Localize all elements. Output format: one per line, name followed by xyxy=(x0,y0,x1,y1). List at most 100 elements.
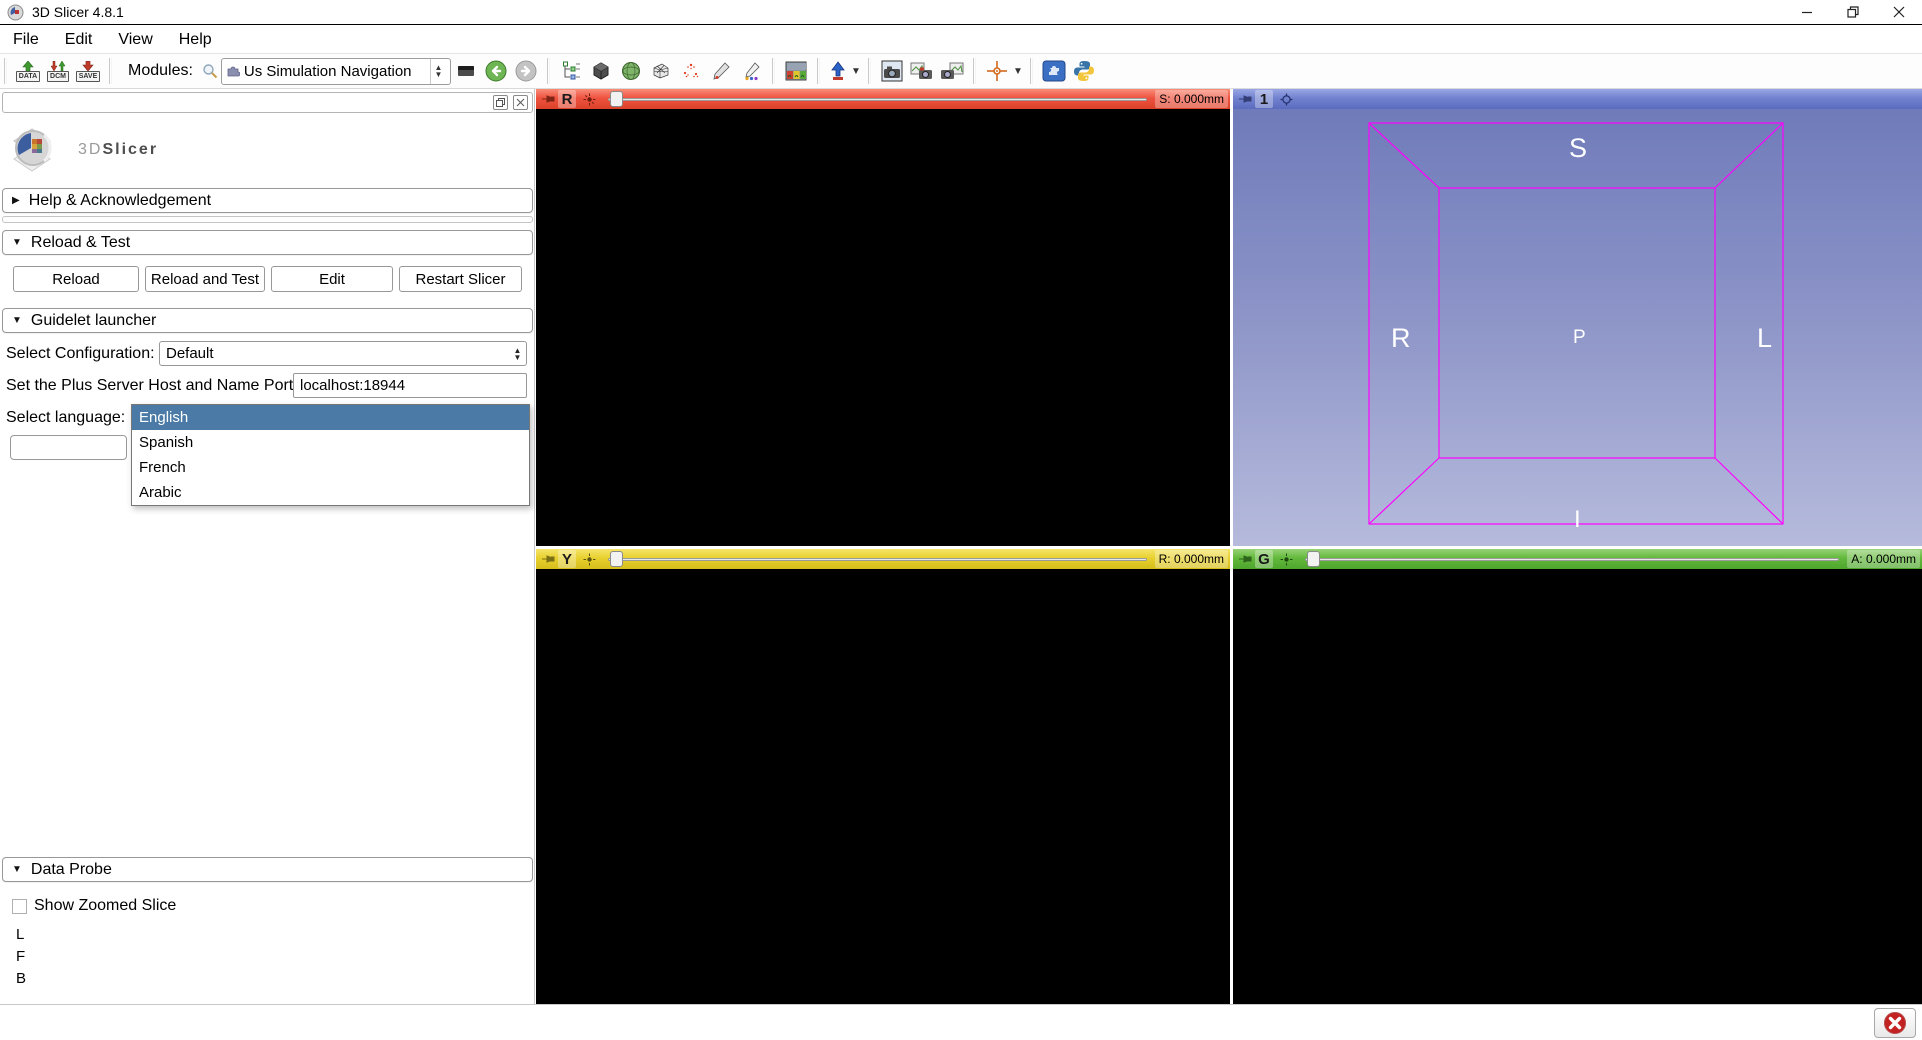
mouse-interaction-button[interactable] xyxy=(826,56,850,86)
green-slice-offset-slider[interactable] xyxy=(1305,549,1839,569)
slice-visibility-icon[interactable] xyxy=(1280,553,1293,566)
toolbar-separator xyxy=(973,58,976,84)
module-forward-button[interactable] xyxy=(511,56,541,86)
red-slice-offset-slider[interactable] xyxy=(608,89,1147,109)
error-log-button[interactable] xyxy=(1874,1008,1916,1038)
menu-file[interactable]: File xyxy=(0,27,52,53)
select-language-label: Select language: xyxy=(6,409,125,427)
minimize-button[interactable] xyxy=(1784,0,1830,24)
edit-button[interactable]: Edit xyxy=(271,266,393,292)
pin-icon[interactable] xyxy=(541,92,555,106)
module-back-button[interactable] xyxy=(481,56,511,86)
scene-view-restore-button[interactable] xyxy=(937,56,967,86)
green-slice-viewport[interactable] xyxy=(1233,569,1922,1004)
toolbar-separator xyxy=(868,58,871,84)
threed-view-label[interactable]: 1 xyxy=(1255,90,1273,108)
reload-test-section[interactable]: ▼ Reload & Test xyxy=(2,230,533,255)
restart-slicer-button[interactable]: Restart Slicer xyxy=(399,266,522,292)
slider-handle[interactable] xyxy=(610,91,623,107)
markups-module-button[interactable] xyxy=(706,56,736,86)
language-option-arabic[interactable]: Arabic xyxy=(132,480,529,505)
red-slice-letter[interactable]: R xyxy=(558,90,576,108)
dicom-label: DCM xyxy=(47,71,69,82)
dicom-button[interactable]: DCM xyxy=(43,56,73,86)
language-option-english[interactable]: English xyxy=(132,405,529,430)
module-selector-combobox[interactable]: Us Simulation Navigation ▲▼ xyxy=(221,58,451,85)
red-slice-offset-value: S: 0.000mm xyxy=(1155,90,1228,108)
language-option-spanish[interactable]: Spanish xyxy=(132,430,529,455)
axis-label-left: L xyxy=(1757,323,1772,353)
yellow-slice-letter[interactable]: Y xyxy=(558,550,576,568)
help-acknowledgement-section[interactable]: ▶ Help & Acknowledgement xyxy=(2,188,533,213)
reload-button[interactable]: Reload xyxy=(13,266,139,292)
mouse-interaction-dropdown[interactable]: ▼ xyxy=(850,66,862,77)
volume-rendering-button[interactable] xyxy=(616,56,646,86)
module-combo-spinner[interactable]: ▲▼ xyxy=(430,59,446,84)
toolbar-separator xyxy=(817,58,820,84)
save-button[interactable]: SAVE xyxy=(73,56,103,86)
editor-module-button[interactable] xyxy=(736,56,766,86)
plus-server-input[interactable]: localhost:18944 xyxy=(293,373,527,398)
reload-and-test-button[interactable]: Reload and Test xyxy=(145,266,265,292)
collapse-arrow-icon: ▼ xyxy=(12,237,22,248)
subject-hierarchy-button[interactable] xyxy=(556,56,586,86)
restore-button[interactable] xyxy=(1830,0,1876,24)
axis-label-posterior: P xyxy=(1573,327,1586,348)
load-data-button[interactable]: DATA xyxy=(13,56,43,86)
probe-layer-f: F xyxy=(16,948,25,965)
red-slice-viewport[interactable] xyxy=(536,109,1230,546)
up-arrow-icon xyxy=(22,61,34,71)
red-slice-controller: R S: 0.000mm xyxy=(536,89,1230,109)
pin-icon[interactable] xyxy=(1238,92,1252,106)
models-module-button[interactable] xyxy=(646,56,676,86)
python-console-button[interactable] xyxy=(1069,56,1099,86)
yellow-slice-controller: Y R: 0.000mm xyxy=(536,549,1230,569)
show-zoomed-slice-row: Show Zoomed Slice xyxy=(12,897,176,915)
language-combobox-collapsed[interactable] xyxy=(10,435,127,460)
pin-icon[interactable] xyxy=(541,552,555,566)
orientation-cube: S R P L I xyxy=(1233,109,1922,546)
menu-help[interactable]: Help xyxy=(166,27,225,53)
error-icon xyxy=(1883,1011,1907,1035)
module-search-icon[interactable] xyxy=(199,56,221,86)
volumes-module-button[interactable] xyxy=(586,56,616,86)
select-configuration-label: Select Configuration: xyxy=(6,345,155,363)
show-zoomed-slice-checkbox[interactable] xyxy=(12,899,27,914)
guidelet-launcher-section[interactable]: ▼ Guidelet launcher xyxy=(2,308,533,333)
view-center-icon[interactable] xyxy=(1280,93,1293,106)
language-option-french[interactable]: French xyxy=(132,455,529,480)
panel-close-icon[interactable] xyxy=(513,95,528,110)
pin-icon[interactable] xyxy=(1238,552,1252,566)
menu-view[interactable]: View xyxy=(105,27,165,53)
crosshair-button[interactable] xyxy=(982,56,1012,86)
collapse-arrow-icon: ▼ xyxy=(12,315,22,326)
slice-visibility-icon[interactable] xyxy=(583,553,596,566)
collapsed-section-edge xyxy=(2,216,533,223)
application-window: 3D Slicer 4.8.1 File Edit View Help DATA xyxy=(0,0,1922,1040)
configuration-combobox[interactable]: Default ▲▼ xyxy=(159,341,527,366)
slider-handle[interactable] xyxy=(1307,551,1320,567)
green-slice-letter[interactable]: G xyxy=(1255,550,1273,568)
collapse-arrow-icon: ▶ xyxy=(12,195,20,206)
main-toolbar: DATA DCM SAVE Modules: xyxy=(0,53,1922,89)
slice-visibility-icon[interactable] xyxy=(583,93,596,106)
layout-selector-button[interactable] xyxy=(781,56,811,86)
data-probe-section[interactable]: ▼ Data Probe xyxy=(2,857,533,882)
language-dropdown-list: English Spanish French Arabic xyxy=(131,404,530,506)
green-slice-offset-value: A: 0.000mm xyxy=(1847,550,1920,568)
menu-edit[interactable]: Edit xyxy=(52,27,106,53)
yellow-slice-offset-slider[interactable] xyxy=(608,549,1147,569)
yellow-slice-viewport[interactable] xyxy=(536,569,1230,1004)
panel-undock-icon[interactable] xyxy=(493,95,508,110)
screenshot-button[interactable] xyxy=(877,56,907,86)
threed-viewport[interactable]: S R P L I xyxy=(1233,109,1922,546)
probe-layer-b: B xyxy=(16,970,26,987)
crosshair-dropdown[interactable]: ▼ xyxy=(1012,66,1024,77)
scene-view-capture-button[interactable] xyxy=(907,56,937,86)
slider-handle[interactable] xyxy=(610,551,623,567)
toolbar-separator xyxy=(1030,58,1033,84)
close-button[interactable] xyxy=(1876,0,1922,24)
module-history-menu-button[interactable] xyxy=(451,56,481,86)
extensions-manager-button[interactable] xyxy=(1039,56,1069,86)
annotations-module-button[interactable] xyxy=(676,56,706,86)
